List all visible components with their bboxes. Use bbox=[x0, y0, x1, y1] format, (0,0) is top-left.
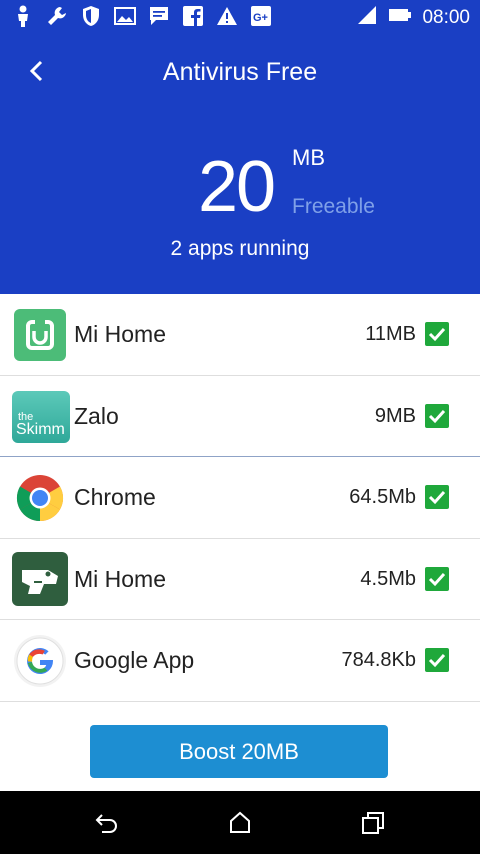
person-icon bbox=[12, 5, 34, 27]
checkbox-checked[interactable] bbox=[425, 566, 449, 591]
recents-nav-button[interactable] bbox=[359, 809, 387, 837]
app-name: Chrome bbox=[74, 484, 156, 511]
battery-icon bbox=[388, 8, 412, 27]
app-icon-label: Skimm bbox=[16, 420, 65, 438]
app-size: 9MB bbox=[374, 404, 416, 427]
check-icon bbox=[428, 409, 446, 423]
checkbox-checked[interactable] bbox=[425, 403, 449, 428]
back-icon bbox=[95, 814, 117, 833]
message-icon bbox=[148, 5, 170, 27]
checkbox-checked[interactable] bbox=[425, 485, 449, 510]
check-icon bbox=[428, 654, 446, 668]
dinosaur-icon bbox=[12, 551, 68, 606]
the-skimm-icon: the Skimm bbox=[12, 390, 70, 443]
system-icons: 08:00 bbox=[356, 5, 470, 30]
app-name: Mi Home bbox=[74, 321, 167, 347]
status-bar: G+ 08:00 bbox=[0, 0, 480, 34]
list-item[interactable]: Mi Home 4.5Mb bbox=[0, 539, 480, 621]
freeable-label: Freeable bbox=[292, 195, 375, 218]
app-name: Zalo bbox=[74, 402, 119, 429]
app-size: 64.5Mb bbox=[349, 486, 416, 509]
chrome-icon bbox=[14, 472, 66, 524]
checkbox-checked[interactable] bbox=[425, 648, 449, 673]
freeable-amount: 20 bbox=[198, 147, 276, 227]
freeable-unit: MB bbox=[292, 145, 325, 170]
check-icon bbox=[428, 327, 446, 342]
signal-icon bbox=[356, 5, 378, 30]
list-item[interactable]: Mi Home 11MB bbox=[0, 294, 480, 376]
recents-icon bbox=[362, 812, 384, 834]
app-name: Mi Home bbox=[74, 565, 167, 592]
home-icon bbox=[230, 811, 250, 833]
shield-icon bbox=[80, 5, 102, 27]
google-plus-icon: G+ bbox=[250, 5, 272, 27]
notification-icons: G+ bbox=[12, 5, 272, 27]
navigation-bar bbox=[0, 791, 480, 854]
check-icon bbox=[428, 491, 446, 505]
app-size: 4.5Mb bbox=[360, 567, 416, 590]
home-nav-button[interactable] bbox=[226, 809, 254, 837]
list-item[interactable]: the Skimm Zalo 9MB bbox=[0, 376, 480, 458]
svg-text:G+: G+ bbox=[253, 12, 268, 24]
page-title: Antivirus Free bbox=[162, 58, 318, 86]
app-size: 784.8Kb bbox=[341, 649, 416, 672]
app-list: Mi Home 11MB the Skimm Zalo 9MB Chrome 6… bbox=[0, 294, 480, 702]
checkbox-checked[interactable] bbox=[425, 322, 449, 346]
back-nav-button[interactable] bbox=[93, 809, 121, 837]
boost-button[interactable]: Boost 20MB bbox=[90, 725, 388, 778]
facebook-icon bbox=[182, 5, 204, 27]
list-item[interactable]: Chrome 64.5Mb bbox=[0, 457, 480, 539]
mi-home-icon bbox=[14, 309, 66, 361]
header-panel: Antivirus Free 20 MB Freeable 2 apps run… bbox=[0, 34, 480, 294]
google-icon bbox=[14, 635, 66, 688]
app-size: 11MB bbox=[365, 323, 416, 345]
app-name: Google App bbox=[74, 647, 195, 674]
apps-running-label: 2 apps running bbox=[170, 237, 310, 260]
list-item[interactable]: Google App 784.8Kb bbox=[0, 620, 480, 702]
check-icon bbox=[428, 572, 446, 586]
image-icon bbox=[114, 5, 136, 27]
wrench-icon bbox=[46, 5, 68, 27]
warning-icon bbox=[216, 5, 238, 27]
clock: 08:00 bbox=[422, 6, 470, 28]
